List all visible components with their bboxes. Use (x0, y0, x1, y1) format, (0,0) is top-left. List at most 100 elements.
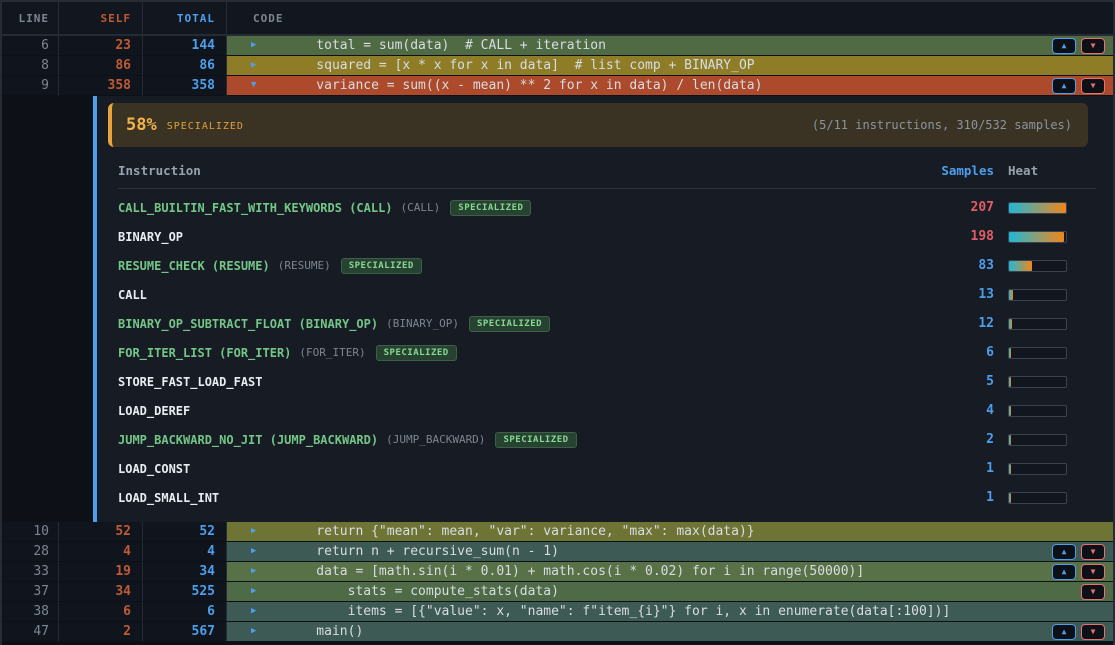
code-cell[interactable]: ▶ total = sum(data) # CALL + iteration▲▼ (227, 36, 1113, 56)
instruction-base-name: (BINARY_OP) (386, 317, 459, 330)
jump-up-button[interactable]: ▲ (1052, 78, 1076, 94)
jump-up-button[interactable]: ▲ (1052, 564, 1076, 580)
code-row[interactable]: 9358358▼ variance = sum((x - mean) ** 2 … (2, 76, 1113, 96)
heat-bar-fill (1009, 493, 1011, 503)
instruction-name: BINARY_OP_SUBTRACT_FLOAT (BINARY_OP) (118, 317, 378, 331)
jump-down-button[interactable]: ▼ (1081, 544, 1105, 560)
heat-bar-track (1008, 492, 1067, 504)
heat-bar-track (1008, 405, 1067, 417)
heat-bar-fill (1009, 377, 1011, 387)
line-number-cell: 9 (2, 76, 59, 96)
heat-bar-fill (1009, 319, 1012, 329)
samples-value: 1 (914, 490, 994, 505)
code-cell[interactable]: ▶ main()▲▼ (227, 622, 1113, 642)
heat-bar-track (1008, 289, 1067, 301)
code-text: squared = [x * x for x in data] # list c… (285, 58, 755, 73)
line-number-cell: 37 (2, 582, 59, 602)
instruction-name: CALL (118, 288, 147, 302)
self-samples-cell: 19 (59, 562, 143, 582)
code-cell[interactable]: ▼ variance = sum((x - mean) ** 2 for x i… (227, 76, 1113, 96)
heat-bar-track (1008, 434, 1067, 446)
instruction-rows: CALL_BUILTIN_FAST_WITH_KEYWORDS (CALL)(C… (97, 189, 1113, 512)
samples-value: 5 (914, 374, 994, 389)
samples-value: 6 (914, 345, 994, 360)
code-row[interactable]: 623144▶ total = sum(data) # CALL + itera… (2, 36, 1113, 56)
heat-bar-fill (1009, 435, 1011, 445)
jump-down-button[interactable]: ▼ (1081, 584, 1105, 600)
expand-icon[interactable]: ▶ (251, 41, 265, 50)
column-header-total: TOTAL (143, 2, 227, 34)
instruction-name-group: LOAD_CONST (118, 462, 914, 476)
instruction-name-group: JUMP_BACKWARD_NO_JIT (JUMP_BACKWARD)(JUM… (118, 432, 914, 448)
specialization-meta: (5/11 instructions, 310/532 samples) (812, 118, 1072, 132)
instruction-name: LOAD_DEREF (118, 404, 190, 418)
instruction-row: LOAD_SMALL_INT1 (118, 483, 1067, 512)
self-samples-cell: 358 (59, 76, 143, 96)
expand-icon[interactable]: ▶ (251, 607, 265, 616)
code-text: variance = sum((x - mean) ** 2 for x in … (285, 78, 762, 93)
specialization-detail-panel: 58% SPECIALIZED (5/11 instructions, 310/… (2, 96, 1113, 522)
code-row[interactable]: 472567▶ main()▲▼ (2, 622, 1113, 642)
specialized-badge: SPECIALIZED (376, 345, 457, 361)
code-text: return {"mean": mean, "var": variance, "… (285, 524, 755, 539)
heat-bar-fill (1009, 464, 1011, 474)
heat-bar-track (1008, 202, 1067, 214)
instruction-name-group: CALL_BUILTIN_FAST_WITH_KEYWORDS (CALL)(C… (118, 200, 914, 216)
column-header-line: LINE (2, 2, 59, 34)
expand-icon[interactable]: ▶ (251, 547, 265, 556)
code-cell[interactable]: ▶ return n + recursive_sum(n - 1)▲▼ (227, 542, 1113, 562)
total-samples-cell: 6 (143, 602, 227, 622)
code-text: stats = compute_stats(data) (285, 584, 559, 599)
code-cell[interactable]: ▶ data = [math.sin(i * 0.01) + math.cos(… (227, 562, 1113, 582)
code-text: return n + recursive_sum(n - 1) (285, 544, 559, 559)
instruction-row: BINARY_OP198 (118, 222, 1067, 251)
instruction-row: LOAD_CONST1 (118, 454, 1067, 483)
jump-down-button[interactable]: ▼ (1081, 78, 1105, 94)
code-row[interactable]: 3866▶ items = [{"value": x, "name": f"it… (2, 602, 1113, 622)
jump-up-button[interactable]: ▲ (1052, 624, 1076, 640)
self-samples-cell: 23 (59, 36, 143, 56)
samples-value: 207 (914, 200, 994, 215)
row-nav-buttons: ▲▼ (1052, 544, 1113, 560)
samples-value: 12 (914, 316, 994, 331)
heat-bar-fill (1009, 203, 1066, 213)
code-row[interactable]: 331934▶ data = [math.sin(i * 0.01) + mat… (2, 562, 1113, 582)
jump-up-button[interactable]: ▲ (1052, 38, 1076, 54)
jump-down-button[interactable]: ▼ (1081, 38, 1105, 54)
code-cell[interactable]: ▶ return {"mean": mean, "var": variance,… (227, 522, 1113, 542)
heat-bar-track (1008, 463, 1067, 475)
specialized-badge: SPECIALIZED (469, 316, 550, 332)
expand-icon[interactable]: ▶ (251, 567, 265, 576)
instruction-name-group: CALL (118, 288, 914, 302)
detail-gutter (2, 96, 93, 522)
column-header-samples: Samples (914, 163, 994, 178)
code-cell[interactable]: ▶ squared = [x * x for x in data] # list… (227, 56, 1113, 76)
code-row[interactable]: 3734525▶ stats = compute_stats(data)▼ (2, 582, 1113, 602)
code-cell[interactable]: ▶ stats = compute_stats(data) ▼ (227, 582, 1113, 602)
instruction-name-group: LOAD_DEREF (118, 404, 914, 418)
samples-value: 198 (914, 229, 994, 244)
code-cell[interactable]: ▶ items = [{"value": x, "name": f"item_{… (227, 602, 1113, 622)
specialization-banner: 58% SPECIALIZED (5/11 instructions, 310/… (108, 103, 1088, 147)
expand-icon[interactable]: ▶ (251, 61, 265, 70)
samples-value: 2 (914, 432, 994, 447)
jump-down-button[interactable]: ▼ (1081, 564, 1105, 580)
heat-bar-fill (1009, 290, 1013, 300)
code-row[interactable]: 2844▶ return n + recursive_sum(n - 1)▲▼ (2, 542, 1113, 562)
column-header-instruction: Instruction (118, 163, 914, 178)
jump-down-button[interactable]: ▼ (1081, 624, 1105, 640)
code-row[interactable]: 88686▶ squared = [x * x for x in data] #… (2, 56, 1113, 76)
total-samples-cell: 567 (143, 622, 227, 642)
row-nav-buttons: ▼ (1081, 584, 1113, 600)
instruction-name: STORE_FAST_LOAD_FAST (118, 375, 263, 389)
samples-value: 1 (914, 461, 994, 476)
instruction-base-name: (CALL) (401, 201, 441, 214)
expand-icon[interactable]: ▶ (251, 627, 265, 636)
expand-icon[interactable]: ▶ (251, 587, 265, 596)
expand-icon[interactable]: ▶ (251, 527, 265, 536)
code-row[interactable]: 105252▶ return {"mean": mean, "var": var… (2, 522, 1113, 542)
specialized-badge: SPECIALIZED (450, 200, 531, 216)
collapse-icon[interactable]: ▼ (251, 81, 265, 90)
column-header-self: SELF (59, 2, 143, 34)
jump-up-button[interactable]: ▲ (1052, 544, 1076, 560)
